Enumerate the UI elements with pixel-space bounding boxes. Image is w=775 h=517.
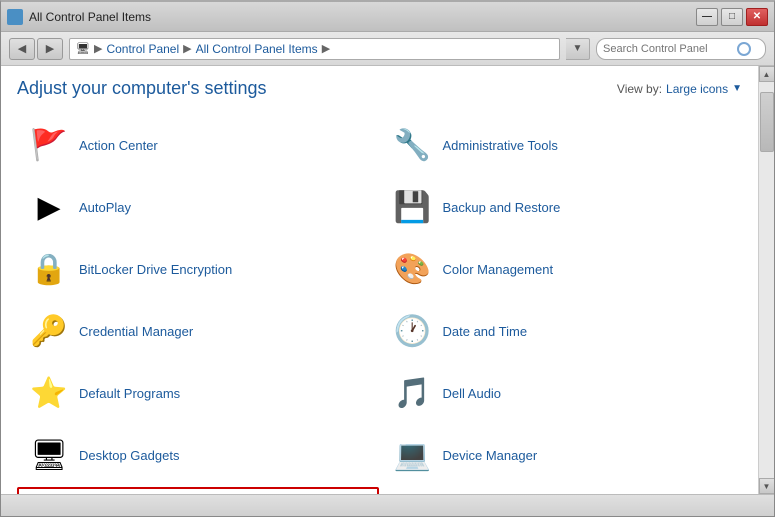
item-label-device-manager: Device Manager: [443, 448, 538, 463]
path-separator-3: ▶: [322, 42, 330, 55]
minimize-button[interactable]: —: [696, 8, 718, 26]
path-item-all-items[interactable]: All Control Panel Items: [196, 42, 318, 56]
item-icon-desktop-gadgets: 🖥: [29, 435, 69, 475]
control-item-default-programs[interactable]: ⭐ Default Programs: [17, 363, 379, 423]
item-label-dell-audio: Dell Audio: [443, 386, 502, 401]
scroll-down-button[interactable]: ▼: [759, 478, 775, 494]
item-icon-default-programs: ⭐: [29, 373, 69, 413]
control-item-bitlocker[interactable]: 🔒 BitLocker Drive Encryption: [17, 239, 379, 299]
scroll-thumb[interactable]: [760, 92, 774, 152]
window-controls: — □ ✕: [696, 8, 768, 26]
back-button[interactable]: ◀: [9, 38, 35, 60]
view-by-control: View by: Large icons ▼: [617, 82, 742, 96]
content-area: Adjust your computer's settings View by:…: [1, 66, 758, 494]
status-bar: [1, 494, 774, 516]
control-item-administrative-tools[interactable]: 🔧 Administrative Tools: [381, 115, 743, 175]
scroll-track[interactable]: [759, 82, 775, 478]
item-label-color-management: Color Management: [443, 262, 554, 277]
item-label-action-center: Action Center: [79, 138, 158, 153]
control-item-action-center[interactable]: 🚩 Action Center: [17, 115, 379, 175]
control-item-credential-manager[interactable]: 🔑 Credential Manager: [17, 301, 379, 361]
item-icon-device-manager: 💻: [393, 435, 433, 475]
address-path[interactable]: 🖥 ▶ Control Panel ▶ All Control Panel It…: [69, 38, 560, 60]
control-item-color-management[interactable]: 🎨 Color Management: [381, 239, 743, 299]
title-bar: All Control Panel Items — □ ✕: [1, 2, 774, 32]
main-content: Adjust your computer's settings View by:…: [1, 66, 774, 494]
search-icon: [737, 42, 751, 56]
nav-buttons: ◀ ▶: [9, 38, 63, 60]
item-icon-dell-audio: 🎵: [393, 373, 433, 413]
item-label-autoplay: AutoPlay: [79, 200, 131, 215]
item-icon-action-center: 🚩: [29, 125, 69, 165]
forward-button[interactable]: ▶: [37, 38, 63, 60]
window-icon: [7, 9, 23, 25]
control-item-backup-restore[interactable]: 💾 Backup and Restore: [381, 177, 743, 237]
control-panel-window: All Control Panel Items — □ ✕ ◀ ▶ 🖥 ▶ Co…: [0, 0, 775, 517]
item-icon-autoplay: ▶: [29, 187, 69, 227]
item-label-backup-restore: Backup and Restore: [443, 200, 561, 215]
maximize-button[interactable]: □: [721, 8, 743, 26]
content-header: Adjust your computer's settings View by:…: [17, 78, 742, 99]
item-label-default-programs: Default Programs: [79, 386, 180, 401]
control-item-date-time[interactable]: 🕐 Date and Time: [381, 301, 743, 361]
control-item-autoplay[interactable]: ▶ AutoPlay: [17, 177, 379, 237]
path-icon: 🖥: [76, 42, 90, 55]
item-label-bitlocker: BitLocker Drive Encryption: [79, 262, 232, 277]
control-item-desktop-gadgets[interactable]: 🖥 Desktop Gadgets: [17, 425, 379, 485]
control-item-device-manager[interactable]: 💻 Device Manager: [381, 425, 743, 485]
item-label-credential-manager: Credential Manager: [79, 324, 193, 339]
item-icon-bitlocker: 🔒: [29, 249, 69, 289]
page-title: Adjust your computer's settings: [17, 78, 267, 99]
scroll-up-button[interactable]: ▲: [759, 66, 775, 82]
item-icon-date-time: 🕐: [393, 311, 433, 351]
control-item-devices-printers[interactable]: 🖨Devices and Printers: [17, 487, 379, 494]
item-icon-backup-restore: 💾: [393, 187, 433, 227]
items-grid: 🚩 Action Center 🔧 Administrative Tools ▶ Auto…: [17, 115, 742, 494]
path-separator-2: ▶: [183, 42, 191, 55]
control-item-display[interactable]: 🖵Display: [381, 487, 743, 494]
view-by-arrow[interactable]: ▼: [732, 83, 742, 94]
title-bar-left: All Control Panel Items: [7, 9, 151, 25]
path-dropdown-button[interactable]: ▼: [566, 38, 590, 60]
close-button[interactable]: ✕: [746, 8, 768, 26]
search-input[interactable]: [603, 43, 733, 55]
view-by-value[interactable]: Large icons: [666, 82, 728, 96]
item-label-date-time: Date and Time: [443, 324, 528, 339]
path-separator-1: ▶: [94, 42, 102, 55]
item-label-desktop-gadgets: Desktop Gadgets: [79, 448, 179, 463]
control-item-dell-audio[interactable]: 🎵 Dell Audio: [381, 363, 743, 423]
item-icon-administrative-tools: 🔧: [393, 125, 433, 165]
scrollbar[interactable]: ▲ ▼: [758, 66, 774, 494]
view-by-label: View by:: [617, 82, 662, 96]
item-icon-credential-manager: 🔑: [29, 311, 69, 351]
address-bar: ◀ ▶ 🖥 ▶ Control Panel ▶ All Control Pane…: [1, 32, 774, 66]
window-title: All Control Panel Items: [29, 10, 151, 24]
item-icon-color-management: 🎨: [393, 249, 433, 289]
search-box[interactable]: [596, 38, 766, 60]
item-label-administrative-tools: Administrative Tools: [443, 138, 558, 153]
path-item-control-panel[interactable]: Control Panel: [106, 42, 179, 56]
